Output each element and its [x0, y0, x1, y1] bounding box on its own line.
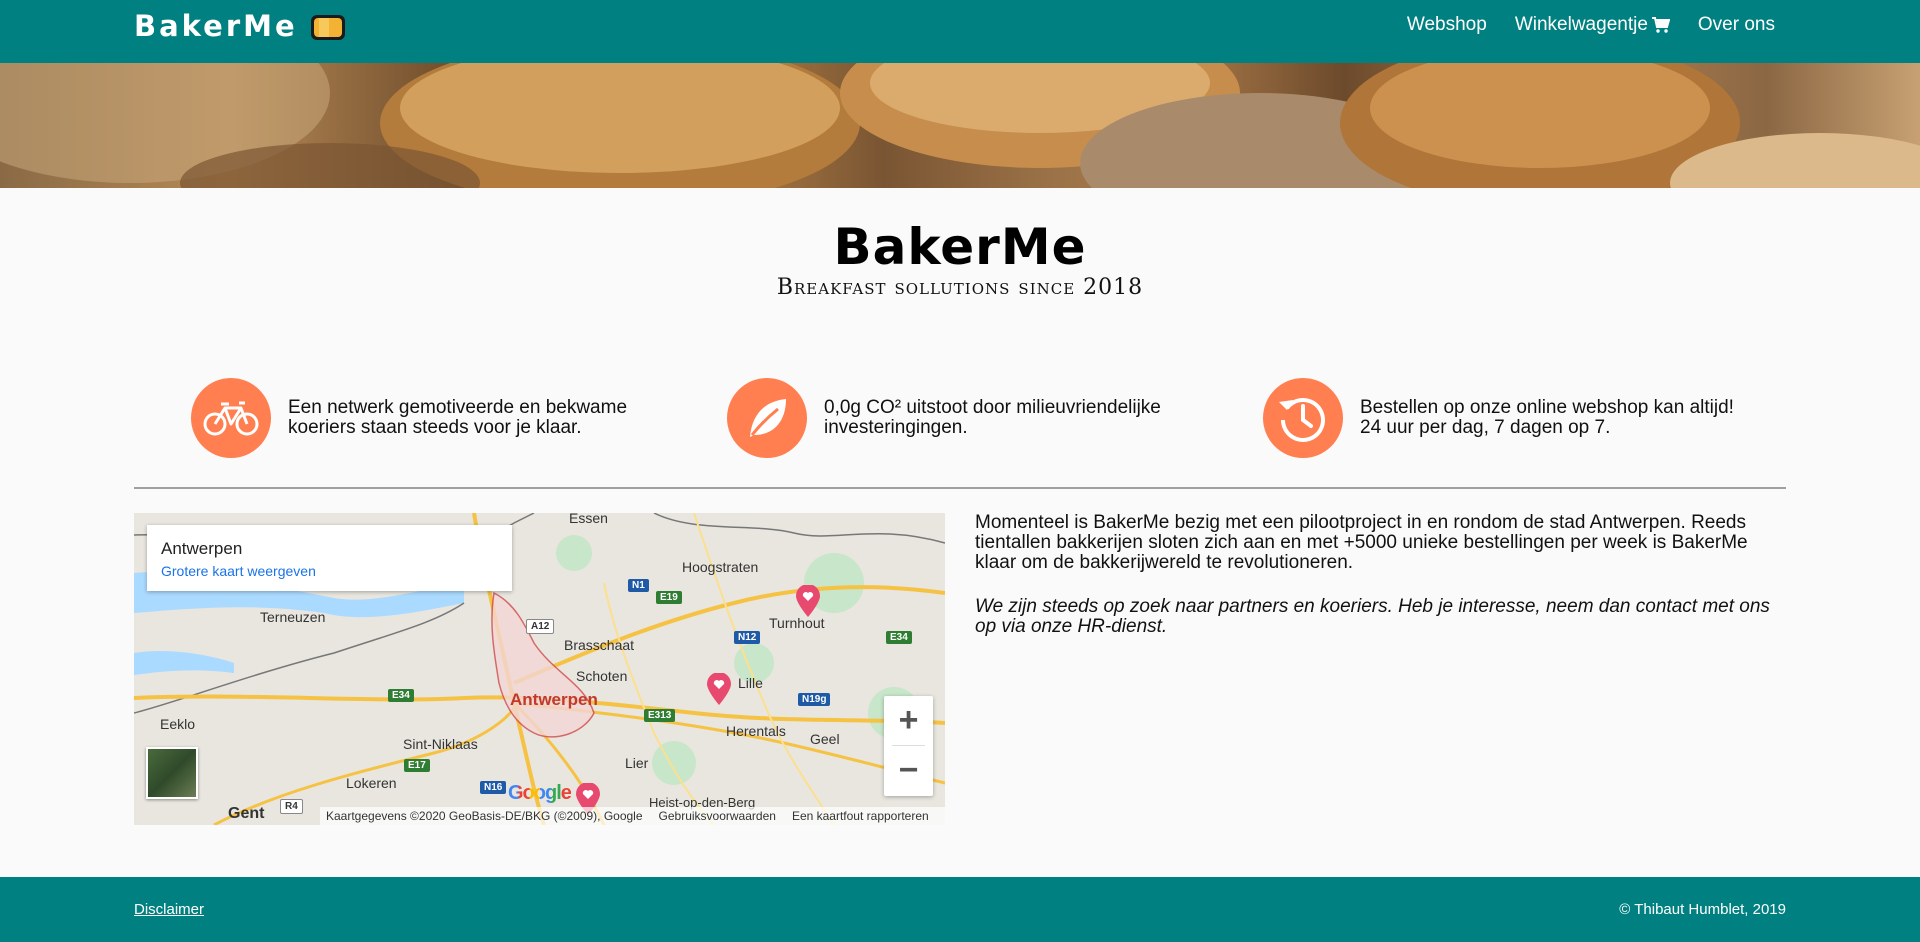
road-shield: N12	[734, 631, 761, 644]
brand-name: BakerMe	[134, 9, 298, 43]
nav-webshop-label: Webshop	[1406, 14, 1487, 35]
map-place: Brasschaat	[564, 637, 635, 653]
map-place: Geel	[810, 731, 840, 747]
nav-about-link[interactable]: Over ons	[1698, 14, 1775, 36]
brand-link[interactable]: BakerMe	[134, 9, 346, 43]
map-attribution: Kaartgegevens ©2020 GeoBasis-DE/BKG (©20…	[320, 807, 945, 825]
report-map-error-link[interactable]: Een kaartfout rapporteren	[792, 809, 929, 823]
disclaimer-link[interactable]: Disclaimer	[134, 901, 204, 918]
page-subtitle: Breakfast sollutions since 2018	[776, 275, 1144, 300]
satellite-toggle-button[interactable]	[146, 747, 198, 799]
zoom-controls: + −	[884, 696, 933, 796]
map-place: Eeklo	[160, 716, 196, 732]
feature-webshop: Bestellen op onze online webshop kan alt…	[1263, 378, 1750, 458]
road-shield: E19	[656, 591, 682, 604]
page-title: BakerMe	[833, 218, 1087, 276]
zoom-in-button[interactable]: +	[884, 696, 933, 745]
embedded-map[interactable]: Essen Hoogstraten Terneuzen Brasschaat S…	[134, 513, 945, 825]
map-place: Terneuzen	[260, 609, 326, 625]
road-shield: E34	[886, 631, 912, 644]
road-shield: A12	[526, 619, 555, 634]
footer: Disclaimer © Thibaut Humblet, 2019	[0, 877, 1920, 942]
bread-icon	[310, 12, 346, 41]
map-place: Hoogstraten	[682, 559, 759, 575]
zoom-out-button[interactable]: −	[884, 746, 933, 795]
map-pin-heart-icon[interactable]	[796, 585, 820, 617]
map-place: Herentals	[726, 723, 786, 739]
map-pin-heart-icon[interactable]	[707, 673, 731, 705]
map-data-credit: Kaartgegevens ©2020 GeoBasis-DE/BKG (©20…	[326, 809, 643, 823]
map-info-card: Antwerpen Grotere kaart weergeven	[147, 525, 512, 591]
map-city-label: Antwerpen	[510, 690, 598, 709]
road-shield: E17	[404, 759, 430, 772]
info-recruitment-paragraph: We zijn steeds op zoek naar partners en …	[975, 596, 1770, 637]
google-logo-text: Google	[508, 782, 572, 804]
feature-couriers: Een netwerk gemotiveerde en bekwame koer…	[191, 378, 678, 458]
feature-couriers-text: Een netwerk gemotiveerde en bekwame koer…	[288, 397, 628, 438]
copyright-text: © Thibaut Humblet, 2019	[1619, 901, 1786, 918]
map-place: Gent	[228, 805, 265, 822]
nav-cart-link[interactable]: Winkelwagentje	[1514, 14, 1671, 36]
nav-cart-label: Winkelwagentje	[1514, 14, 1648, 35]
map-place: Lokeren	[346, 775, 397, 791]
feature-co2-text: 0,0g CO² uitstoot door milieuvriendelijk…	[824, 397, 1161, 438]
nav-links: Webshop Winkelwagentje Over ons	[1407, 14, 1775, 36]
road-shield: N1	[628, 579, 649, 592]
bicycle-icon	[191, 378, 271, 458]
leaf-icon	[727, 378, 807, 458]
info-section: Momenteel is BakerMe bezig met een piloo…	[975, 513, 1785, 661]
google-logo: Google	[508, 782, 572, 805]
road-shield: R4	[280, 799, 303, 814]
map-place: Lille	[738, 675, 763, 691]
road-shield: N16	[480, 781, 507, 794]
clock-history-icon	[1263, 378, 1343, 458]
map-place: Schoten	[576, 668, 628, 684]
road-shield: N19g	[798, 693, 831, 706]
feature-co2: 0,0g CO² uitstoot door milieuvriendelijk…	[727, 378, 1214, 458]
info-paragraph: Momenteel is BakerMe bezig met een piloo…	[975, 512, 1748, 573]
nav-about-label: Over ons	[1697, 14, 1775, 35]
cart-icon	[1651, 17, 1671, 33]
map-place: Essen	[569, 513, 608, 526]
terms-link[interactable]: Gebruiksvoorwaarden	[659, 809, 776, 823]
hero-bread-image	[0, 63, 1920, 188]
feature-webshop-text: Bestellen op onze online webshop kan alt…	[1360, 397, 1734, 438]
nav-webshop-link[interactable]: Webshop	[1407, 14, 1487, 36]
section-divider	[134, 487, 1786, 489]
map-place: Turnhout	[769, 615, 825, 631]
larger-map-link[interactable]: Grotere kaart weergeven	[161, 563, 316, 579]
map-place: Lier	[625, 755, 649, 771]
road-shield: E34	[388, 689, 414, 702]
navbar: BakerMe Webshop Winkelwagentje Over ons	[0, 0, 1920, 63]
road-shield: E313	[644, 709, 676, 722]
map-card-title: Antwerpen	[161, 539, 243, 558]
map-place: Sint-Niklaas	[403, 736, 478, 752]
